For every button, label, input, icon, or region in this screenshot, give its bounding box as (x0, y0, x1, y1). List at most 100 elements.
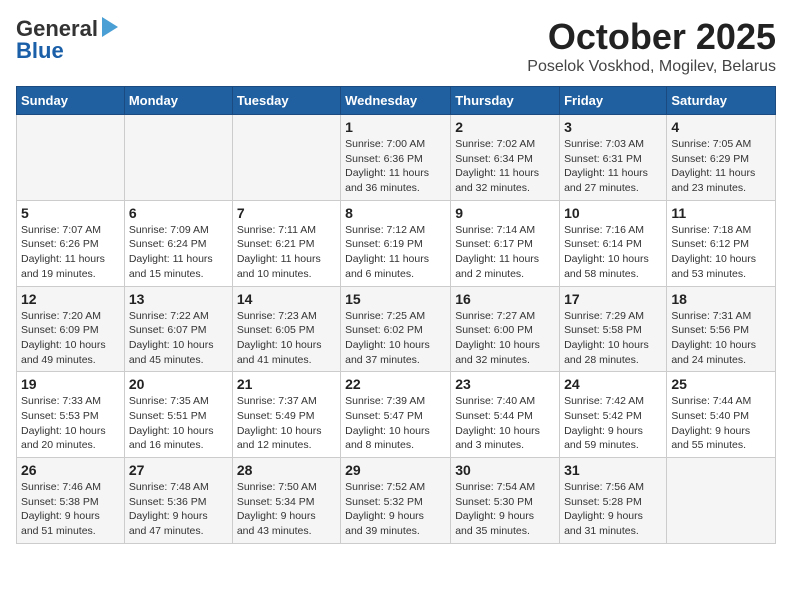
day-number: 13 (129, 291, 228, 307)
page-header: General Blue October 2025 Poselok Voskho… (16, 16, 776, 76)
day-number: 17 (564, 291, 662, 307)
day-number: 29 (345, 462, 446, 478)
calendar-cell (667, 458, 776, 544)
day-number: 1 (345, 119, 446, 135)
logo-arrow-icon (100, 17, 118, 42)
day-info: Sunrise: 7:42 AM Sunset: 5:42 PM Dayligh… (564, 394, 662, 453)
calendar-week-row: 12Sunrise: 7:20 AM Sunset: 6:09 PM Dayli… (17, 286, 776, 372)
calendar-cell: 21 Sunrise: 7:37 AM Sunset: 5:49 PM Dayli… (232, 372, 340, 458)
day-info: Sunrise: 7:54 AM Sunset: 5:30 PM Dayligh… (455, 480, 555, 539)
calendar-cell: 9 Sunrise: 7:14 AM Sunset: 6:17 PM Daylig… (451, 200, 560, 286)
day-number: 9 (455, 205, 555, 221)
day-info: Sunrise: 7:56 AM Sunset: 5:28 PM Dayligh… (564, 480, 662, 539)
calendar-cell: 19 Sunrise: 7:33 AM Sunset: 5:53 PM Dayli… (17, 372, 125, 458)
calendar-cell: 27Sunrise: 7:48 AM Sunset: 5:36 PM Dayli… (124, 458, 232, 544)
day-number: 3 (564, 119, 662, 135)
day-info: Sunrise: 7:40 AM Sunset: 5:44 PM Dayligh… (455, 394, 555, 453)
day-number: 15 (345, 291, 446, 307)
day-info: Sunrise: 7:52 AM Sunset: 5:32 PM Dayligh… (345, 480, 446, 539)
day-info: Sunrise: 7:25 AM Sunset: 6:02 PM Dayligh… (345, 309, 446, 368)
day-info: Sunrise: 7:11 AM Sunset: 6:21 PM Dayligh… (237, 223, 336, 282)
calendar-cell: 14 Sunrise: 7:23 AM Sunset: 6:05 PM Dayli… (232, 286, 340, 372)
day-number: 21 (237, 376, 336, 392)
day-number: 24 (564, 376, 662, 392)
day-info: Sunrise: 7:37 AM Sunset: 5:49 PM Dayligh… (237, 394, 336, 453)
calendar-cell: 7 Sunrise: 7:11 AM Sunset: 6:21 PM Daylig… (232, 200, 340, 286)
day-info: Sunrise: 7:29 AM Sunset: 5:58 PM Dayligh… (564, 309, 662, 368)
logo: General Blue (16, 16, 118, 64)
calendar-cell: 26 Sunrise: 7:46 AM Sunset: 5:38 PM Dayli… (17, 458, 125, 544)
day-info: Sunrise: 7:33 AM Sunset: 5:53 PM Dayligh… (21, 394, 120, 453)
day-number: 23 (455, 376, 555, 392)
calendar-week-row: 19 Sunrise: 7:33 AM Sunset: 5:53 PM Dayli… (17, 372, 776, 458)
day-info: Sunrise: 7:46 AM Sunset: 5:38 PM Dayligh… (21, 480, 120, 539)
calendar-cell: 8 Sunrise: 7:12 AM Sunset: 6:19 PM Daylig… (341, 200, 451, 286)
calendar-cell: 30 Sunrise: 7:54 AM Sunset: 5:30 PM Dayli… (451, 458, 560, 544)
calendar-cell: 15 Sunrise: 7:25 AM Sunset: 6:02 PM Dayli… (341, 286, 451, 372)
day-info: Sunrise: 7:16 AM Sunset: 6:14 PM Dayligh… (564, 223, 662, 282)
day-number: 22 (345, 376, 446, 392)
day-info: Sunrise: 7:23 AM Sunset: 6:05 PM Dayligh… (237, 309, 336, 368)
calendar-cell: 16 Sunrise: 7:27 AM Sunset: 6:00 PM Dayli… (451, 286, 560, 372)
day-number: 12 (21, 291, 120, 307)
calendar-cell: 17 Sunrise: 7:29 AM Sunset: 5:58 PM Dayli… (560, 286, 667, 372)
day-number: 30 (455, 462, 555, 478)
day-number: 11 (671, 205, 771, 221)
col-header-wednesday: Wednesday (341, 87, 451, 115)
day-info: Sunrise: 7:00 AM Sunset: 6:36 PM Dayligh… (345, 137, 446, 196)
calendar-cell: 10 Sunrise: 7:16 AM Sunset: 6:14 PM Dayli… (560, 200, 667, 286)
col-header-saturday: Saturday (667, 87, 776, 115)
day-number: 18 (671, 291, 771, 307)
col-header-thursday: Thursday (451, 87, 560, 115)
day-number: 6 (129, 205, 228, 221)
day-number: 5 (21, 205, 120, 221)
calendar-cell: 3 Sunrise: 7:03 AM Sunset: 6:31 PM Daylig… (560, 115, 667, 201)
calendar-cell: 23 Sunrise: 7:40 AM Sunset: 5:44 PM Dayli… (451, 372, 560, 458)
location-subtitle: Poselok Voskhod, Mogilev, Belarus (527, 58, 776, 76)
col-header-friday: Friday (560, 87, 667, 115)
calendar-cell: 24 Sunrise: 7:42 AM Sunset: 5:42 PM Dayli… (560, 372, 667, 458)
calendar-cell: 5 Sunrise: 7:07 AM Sunset: 6:26 PM Daylig… (17, 200, 125, 286)
day-number: 14 (237, 291, 336, 307)
calendar-header-row: SundayMondayTuesdayWednesdayThursdayFrid… (17, 87, 776, 115)
day-info: Sunrise: 7:14 AM Sunset: 6:17 PM Dayligh… (455, 223, 555, 282)
calendar-cell: 6 Sunrise: 7:09 AM Sunset: 6:24 PM Daylig… (124, 200, 232, 286)
day-info: Sunrise: 7:27 AM Sunset: 6:00 PM Dayligh… (455, 309, 555, 368)
month-title: October 2025 (527, 16, 776, 58)
day-number: 25 (671, 376, 771, 392)
day-info: Sunrise: 7:50 AM Sunset: 5:34 PM Dayligh… (237, 480, 336, 539)
calendar-cell: 12Sunrise: 7:20 AM Sunset: 6:09 PM Dayli… (17, 286, 125, 372)
day-number: 19 (21, 376, 120, 392)
day-info: Sunrise: 7:09 AM Sunset: 6:24 PM Dayligh… (129, 223, 228, 282)
calendar-cell: 20Sunrise: 7:35 AM Sunset: 5:51 PM Dayli… (124, 372, 232, 458)
calendar-cell: 13Sunrise: 7:22 AM Sunset: 6:07 PM Dayli… (124, 286, 232, 372)
calendar-week-row: 26 Sunrise: 7:46 AM Sunset: 5:38 PM Dayli… (17, 458, 776, 544)
calendar-cell: 1 Sunrise: 7:00 AM Sunset: 6:36 PM Daylig… (341, 115, 451, 201)
day-info: Sunrise: 7:12 AM Sunset: 6:19 PM Dayligh… (345, 223, 446, 282)
calendar-cell: 28 Sunrise: 7:50 AM Sunset: 5:34 PM Dayli… (232, 458, 340, 544)
col-header-monday: Monday (124, 87, 232, 115)
day-number: 26 (21, 462, 120, 478)
day-number: 7 (237, 205, 336, 221)
day-info: Sunrise: 7:31 AM Sunset: 5:56 PM Dayligh… (671, 309, 771, 368)
day-number: 20 (129, 376, 228, 392)
day-number: 10 (564, 205, 662, 221)
calendar-cell (124, 115, 232, 201)
day-info: Sunrise: 7:39 AM Sunset: 5:47 PM Dayligh… (345, 394, 446, 453)
calendar-cell (232, 115, 340, 201)
calendar-cell: 4Sunrise: 7:05 AM Sunset: 6:29 PM Daylig… (667, 115, 776, 201)
day-number: 27 (129, 462, 228, 478)
calendar-cell: 18 Sunrise: 7:31 AM Sunset: 5:56 PM Dayli… (667, 286, 776, 372)
calendar-cell: 29 Sunrise: 7:52 AM Sunset: 5:32 PM Dayli… (341, 458, 451, 544)
day-info: Sunrise: 7:18 AM Sunset: 6:12 PM Dayligh… (671, 223, 771, 282)
day-info: Sunrise: 7:03 AM Sunset: 6:31 PM Dayligh… (564, 137, 662, 196)
day-number: 8 (345, 205, 446, 221)
day-info: Sunrise: 7:02 AM Sunset: 6:34 PM Dayligh… (455, 137, 555, 196)
day-info: Sunrise: 7:07 AM Sunset: 6:26 PM Dayligh… (21, 223, 120, 282)
calendar-cell: 11 Sunrise: 7:18 AM Sunset: 6:12 PM Dayli… (667, 200, 776, 286)
day-number: 16 (455, 291, 555, 307)
day-info: Sunrise: 7:05 AM Sunset: 6:29 PM Dayligh… (671, 137, 771, 196)
col-header-tuesday: Tuesday (232, 87, 340, 115)
calendar-cell (17, 115, 125, 201)
day-number: 28 (237, 462, 336, 478)
